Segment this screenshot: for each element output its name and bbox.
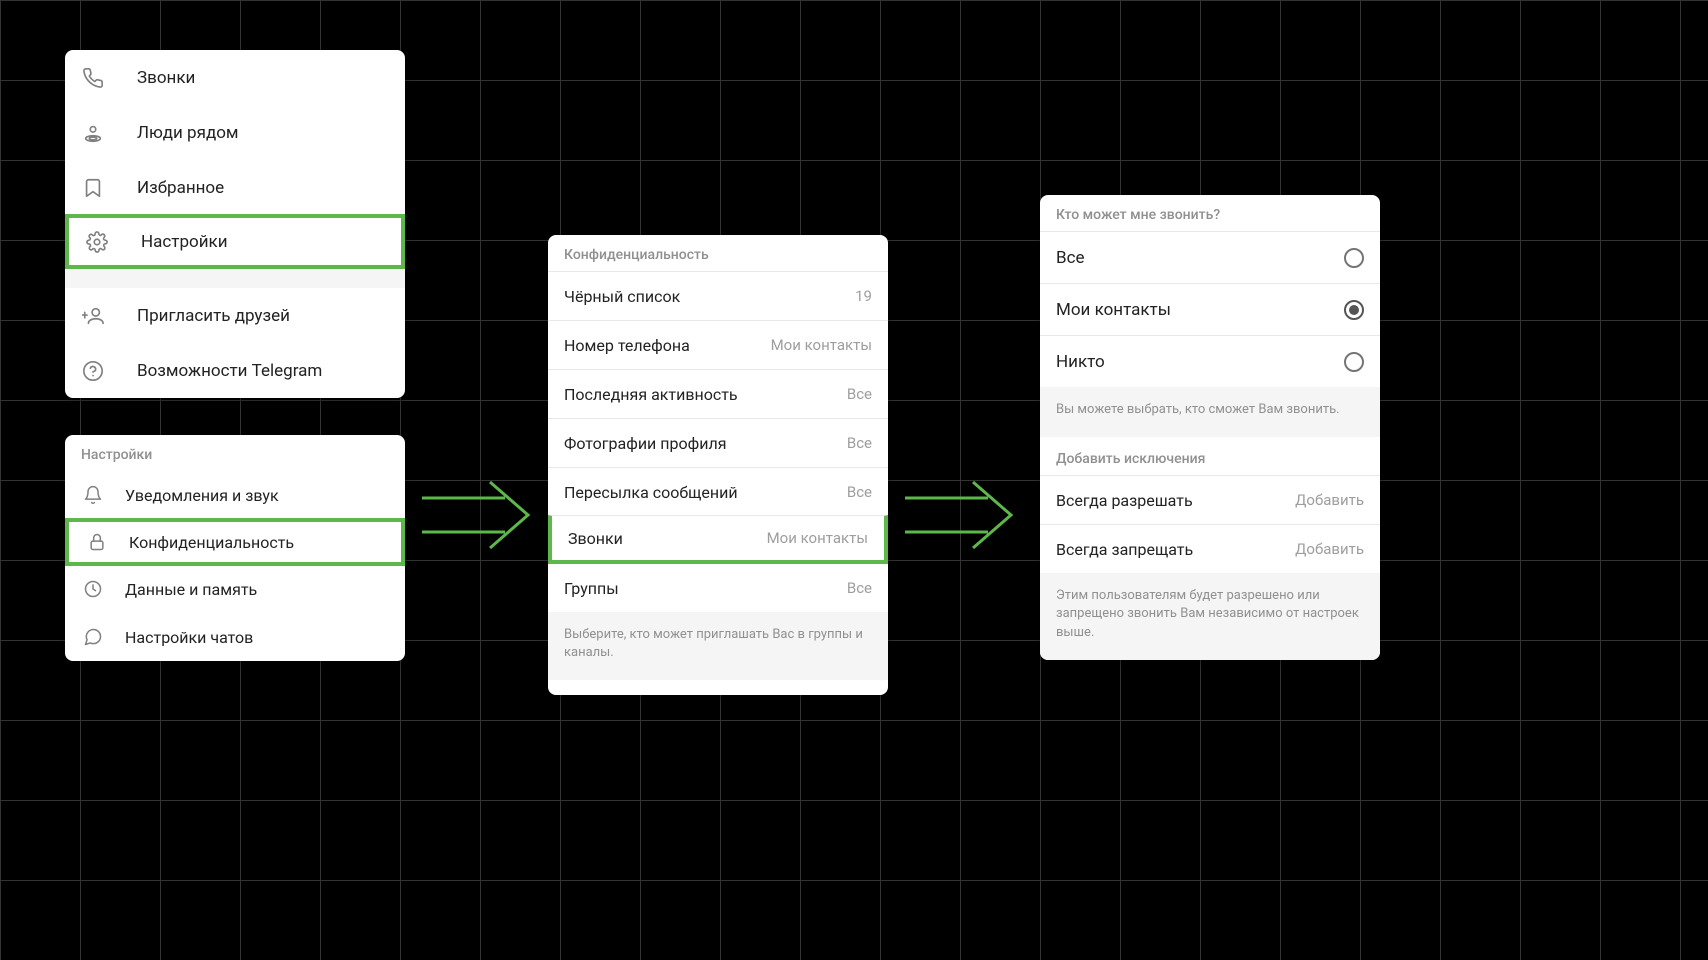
arrow-1-icon bbox=[420, 480, 535, 550]
bell-icon bbox=[81, 483, 105, 507]
main-menu-card: Звонки Люди рядом Избранное Настройки Пр… bbox=[65, 50, 405, 398]
row-key: Всегда запрещать bbox=[1056, 540, 1193, 559]
radio-checked-icon bbox=[1344, 300, 1364, 320]
data-icon bbox=[81, 577, 105, 601]
settings-item-chat[interactable]: Настройки чатов bbox=[65, 613, 405, 661]
lock-icon bbox=[85, 530, 109, 554]
settings-item-label: Уведомления и звук bbox=[125, 486, 389, 505]
calls-hint2: Этим пользователям будет разрешено или з… bbox=[1040, 573, 1380, 660]
menu-item-label: Настройки bbox=[141, 232, 385, 252]
exceptions-title: Добавить исключения bbox=[1040, 437, 1380, 475]
settings-item-label: Данные и память bbox=[125, 580, 389, 599]
calls-card: Кто может мне звонить? Все Мои контакты … bbox=[1040, 195, 1380, 660]
privacy-row-blocklist[interactable]: Чёрный список 19 bbox=[548, 271, 888, 320]
row-key: Последняя активность bbox=[564, 385, 738, 404]
privacy-row-phone[interactable]: Номер телефона Мои контакты bbox=[548, 320, 888, 369]
menu-item-label: Возможности Telegram bbox=[137, 361, 389, 381]
menu-item-calls[interactable]: Звонки bbox=[65, 50, 405, 105]
menu-item-settings[interactable]: Настройки bbox=[65, 214, 405, 269]
privacy-title: Конфиденциальность bbox=[548, 235, 888, 271]
radio-icon bbox=[1344, 248, 1364, 268]
row-action: Добавить bbox=[1295, 491, 1364, 509]
radio-icon bbox=[1344, 352, 1364, 372]
bookmark-icon bbox=[81, 176, 105, 200]
calls-option-contacts[interactable]: Мои контакты bbox=[1040, 283, 1380, 335]
menu-item-label: Люди рядом bbox=[137, 123, 389, 143]
row-value: Все bbox=[847, 385, 872, 403]
row-key: Группы bbox=[564, 579, 619, 598]
row-key: Звонки bbox=[568, 529, 623, 548]
row-key: Номер телефона bbox=[564, 336, 690, 355]
calls-hint: Вы можете выбрать, кто сможет Вам звонит… bbox=[1040, 387, 1380, 437]
phone-icon bbox=[81, 66, 105, 90]
exception-always-deny[interactable]: Всегда запрещать Добавить bbox=[1040, 524, 1380, 573]
menu-item-label: Пригласить друзей bbox=[137, 306, 389, 326]
row-value: Все bbox=[847, 434, 872, 452]
menu-item-label: Избранное bbox=[137, 178, 389, 198]
menu-item-faq[interactable]: Возможности Telegram bbox=[65, 343, 405, 398]
privacy-card: Конфиденциальность Чёрный список 19 Номе… bbox=[548, 235, 888, 695]
row-value: 19 bbox=[855, 287, 872, 305]
option-label: Все bbox=[1056, 248, 1085, 268]
row-action: Добавить bbox=[1295, 540, 1364, 558]
row-key: Пересылка сообщений bbox=[564, 483, 738, 502]
nearby-icon bbox=[81, 121, 105, 145]
menu-item-saved[interactable]: Избранное bbox=[65, 160, 405, 215]
calls-option-nobody[interactable]: Никто bbox=[1040, 335, 1380, 387]
row-value: Мои контакты bbox=[771, 336, 872, 354]
row-value: Все bbox=[847, 579, 872, 597]
invite-icon bbox=[81, 304, 105, 328]
privacy-footer: Выберите, кто может приглашать Вас в гру… bbox=[548, 612, 888, 680]
help-icon bbox=[81, 359, 105, 383]
calls-title: Кто может мне звонить? bbox=[1040, 195, 1380, 231]
settings-item-data[interactable]: Данные и память bbox=[65, 565, 405, 613]
settings-item-privacy[interactable]: Конфиденциальность bbox=[65, 518, 405, 566]
privacy-row-forward[interactable]: Пересылка сообщений Все bbox=[548, 467, 888, 516]
arrow-2-icon bbox=[903, 480, 1018, 550]
option-label: Никто bbox=[1056, 352, 1105, 372]
privacy-row-calls[interactable]: Звонки Мои контакты bbox=[548, 515, 888, 564]
settings-item-label: Настройки чатов bbox=[125, 628, 389, 647]
exception-always-allow[interactable]: Всегда разрешать Добавить bbox=[1040, 475, 1380, 524]
privacy-row-groups[interactable]: Группы Все bbox=[548, 563, 888, 612]
privacy-row-lastseen[interactable]: Последняя активность Все bbox=[548, 369, 888, 418]
settings-card: Настройки Уведомления и звук Конфиденциа… bbox=[65, 435, 405, 661]
row-value: Все bbox=[847, 483, 872, 501]
row-key: Фотографии профиля bbox=[564, 434, 726, 453]
settings-item-label: Конфиденциальность bbox=[129, 533, 385, 552]
menu-item-label: Звонки bbox=[137, 68, 389, 88]
settings-item-notifications[interactable]: Уведомления и звук bbox=[65, 471, 405, 519]
row-key: Чёрный список bbox=[564, 287, 680, 306]
privacy-row-photos[interactable]: Фотографии профиля Все bbox=[548, 418, 888, 467]
option-label: Мои контакты bbox=[1056, 300, 1171, 320]
settings-title: Настройки bbox=[65, 435, 405, 471]
row-key: Всегда разрешать bbox=[1056, 491, 1193, 510]
row-value: Мои контакты bbox=[767, 529, 868, 547]
menu-item-nearby[interactable]: Люди рядом bbox=[65, 105, 405, 160]
menu-item-invite[interactable]: Пригласить друзей bbox=[65, 288, 405, 343]
separator bbox=[65, 268, 405, 288]
chat-icon bbox=[81, 625, 105, 649]
gear-icon bbox=[85, 230, 109, 254]
calls-option-everyone[interactable]: Все bbox=[1040, 231, 1380, 283]
